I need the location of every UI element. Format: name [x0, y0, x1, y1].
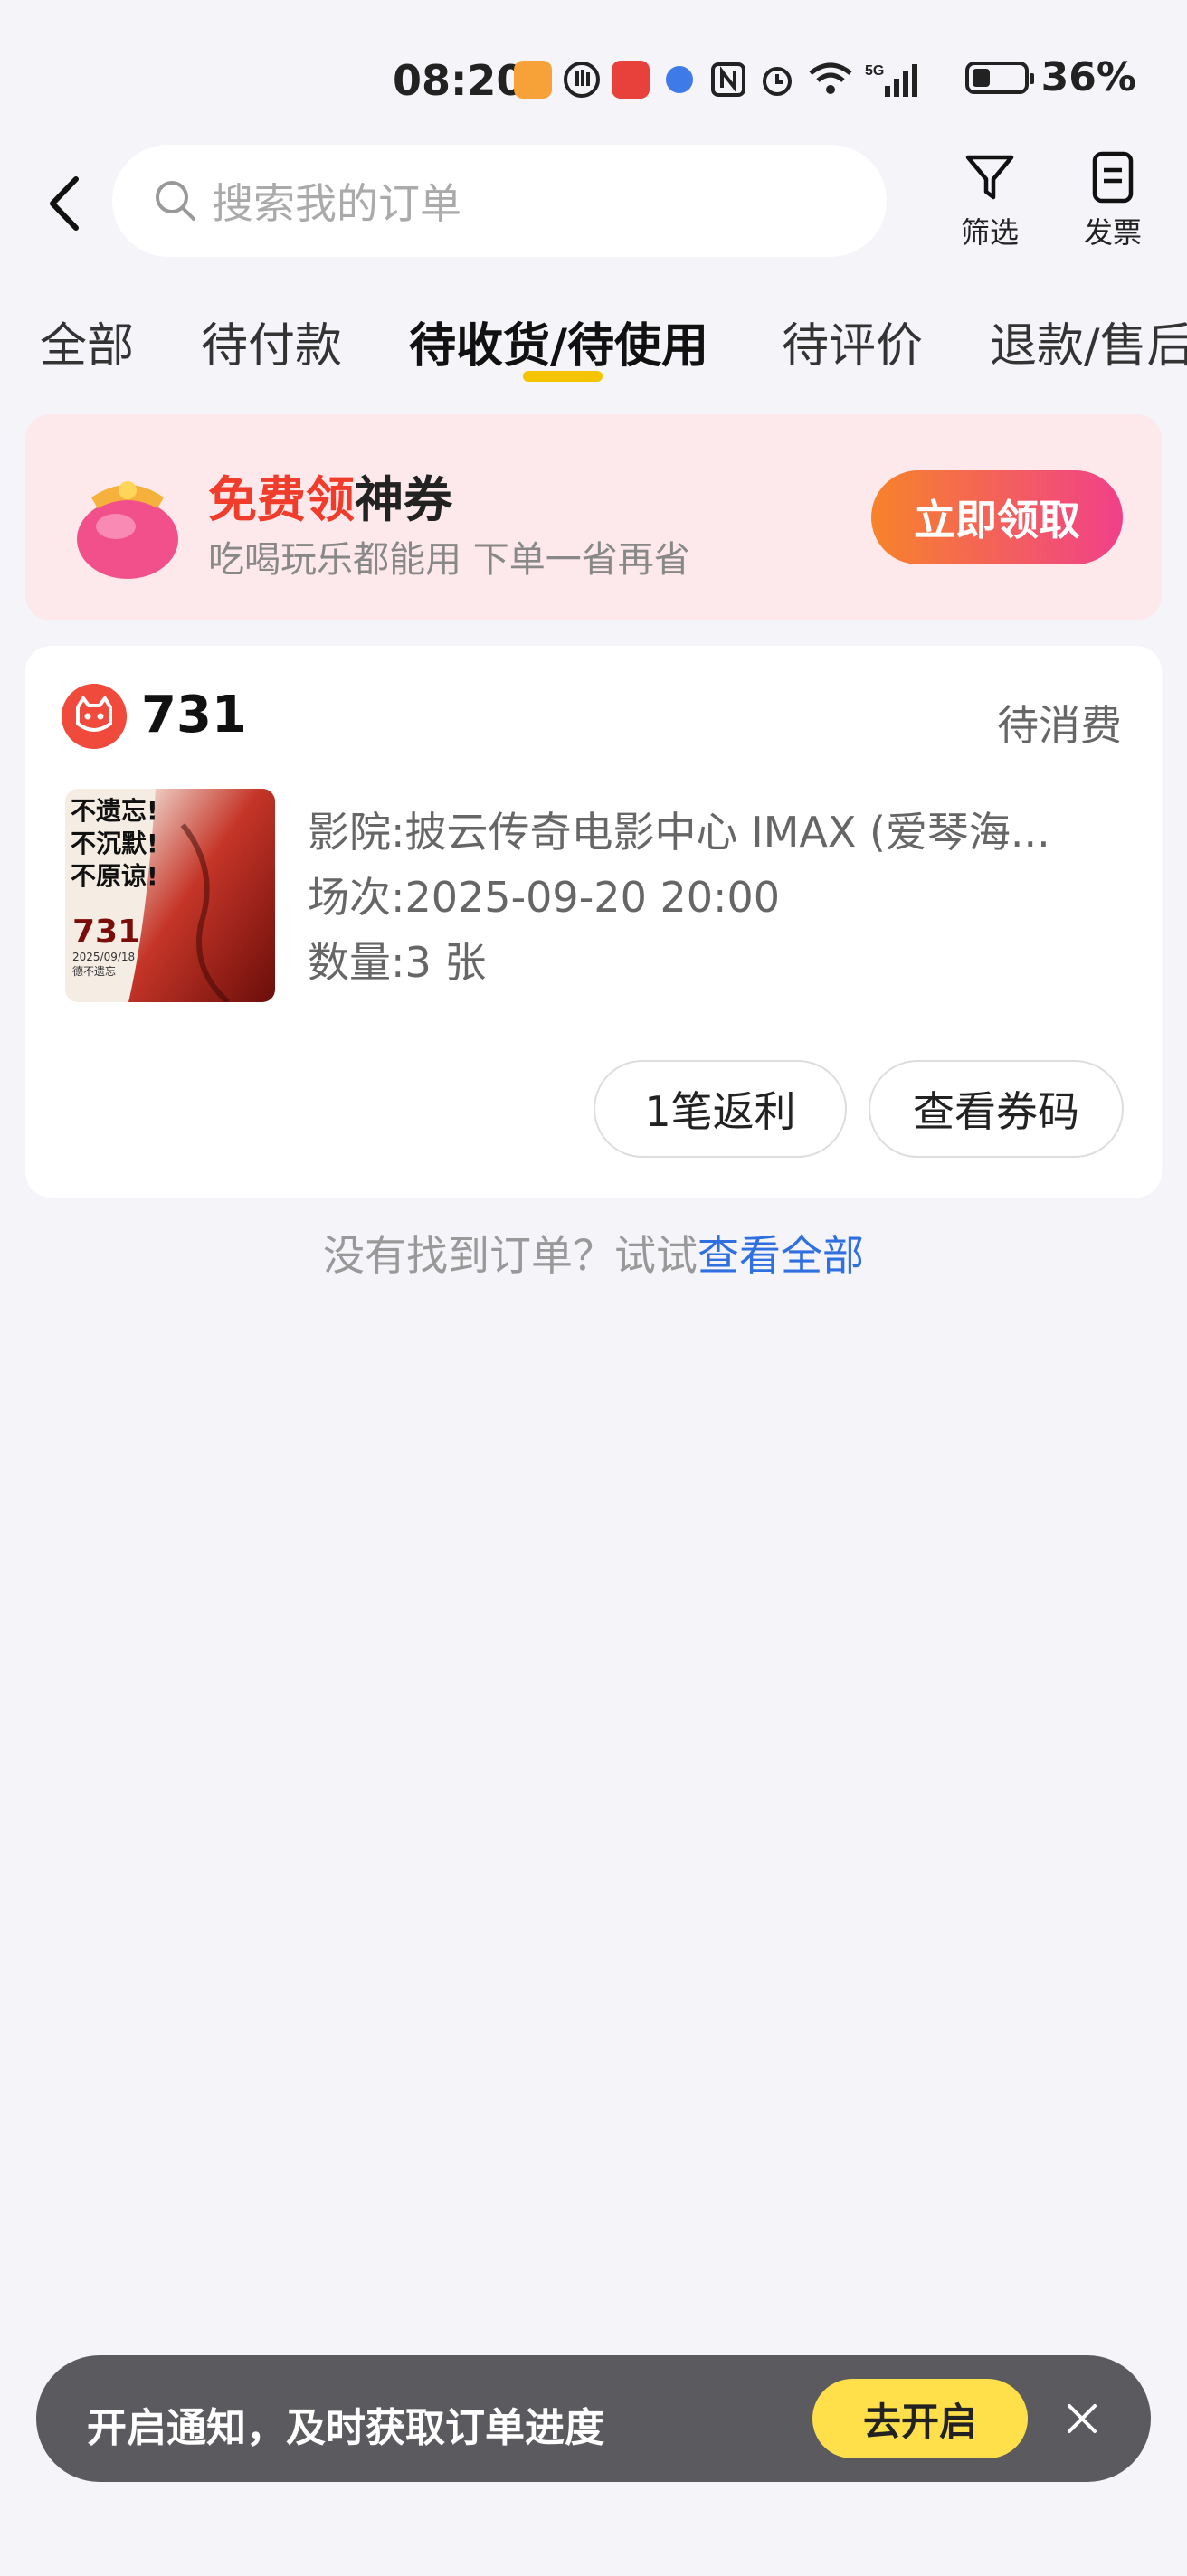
cat-eye-logo-icon: [62, 684, 127, 749]
status-app-icons: 5G: [514, 58, 917, 101]
battery-percent: 36%: [1040, 54, 1136, 100]
battery-status: 36%: [964, 54, 1136, 100]
cinema-value: 披云传奇电影中心 IMAX (爱琴海...: [404, 808, 1050, 857]
cinema-row: 影院:披云传奇电影中心 IMAX (爱琴海...: [308, 800, 1050, 859]
claim-coupon-button[interactable]: 立即领取: [871, 470, 1123, 564]
poster-line: 不沉默!: [71, 829, 158, 858]
signal-5g-icon: 5G: [865, 63, 917, 97]
invoice-label: 发票: [1083, 215, 1142, 250]
no-order-hint: 没有找到订单？试试查看全部: [0, 1223, 1187, 1283]
cinema-label: 影院:: [308, 808, 405, 857]
battery-icon: [964, 61, 1034, 94]
poster-note: 德不遗忘: [72, 964, 116, 978]
coupon-title-highlight: 免费领: [208, 471, 355, 528]
notification-text: 开启通知，及时获取订单进度: [87, 2405, 604, 2451]
tab-to-receive-use[interactable]: 待收货/待使用: [409, 308, 708, 375]
coupon-title: 免费领神券: [208, 459, 452, 531]
coupon-banner[interactable]: 免费领神券 吃喝玩乐都能用 下单一省再省 立即领取: [25, 414, 1162, 620]
session-row: 场次:2025-09-20 20:00: [308, 865, 780, 924]
lucky-bag-icon: [77, 481, 178, 579]
order-status: 待消费: [997, 701, 1122, 750]
filter-label: 筛选: [960, 215, 1019, 250]
notification-banner: 开启通知，及时获取订单进度 去开启: [36, 2355, 1151, 2482]
filter-icon: [965, 155, 1014, 200]
close-icon[interactable]: [1059, 2395, 1106, 2442]
tab-refund-after-sale[interactable]: 退款/售后: [990, 308, 1187, 375]
nfc-icon: [711, 62, 745, 97]
wifi-icon: [809, 62, 852, 94]
status-bar: 08:20 5G 36%: [0, 0, 1187, 136]
alarm-icon: [763, 67, 792, 96]
poster-title: 731: [72, 914, 140, 951]
tab-all[interactable]: 全部: [40, 308, 134, 375]
movie-poster-image: 不遗忘! 不沉默! 不原谅! 731 2025/09/18 德不遗忘: [65, 789, 275, 1002]
active-tab-indicator: [523, 371, 603, 382]
status-time: 08:20: [393, 56, 526, 105]
invoice-icon: [1092, 151, 1134, 204]
session-value: 2025-09-20 20:00: [404, 873, 781, 922]
search-placeholder: 搜索我的订单: [212, 179, 461, 228]
app-notification-icon: [612, 61, 650, 99]
poster-line: 不原谅!: [71, 861, 158, 891]
coupon-subtitle: 吃喝玩乐都能用 下单一省再省: [208, 539, 690, 581]
svg-text:5G: 5G: [865, 63, 884, 79]
order-tabs: 全部 待付款 待收货/待使用 待评价 退款/售后: [0, 298, 1187, 382]
filter-button[interactable]: 筛选: [945, 150, 1035, 251]
shop-name[interactable]: 731: [141, 686, 247, 744]
quantity-label: 数量:: [308, 938, 405, 987]
tab-to-review[interactable]: 待评价: [782, 308, 923, 375]
top-bar: 搜索我的订单 筛选 发票: [0, 136, 1187, 271]
enable-notification-button[interactable]: 去开启: [812, 2379, 1028, 2458]
search-input[interactable]: 搜索我的订单: [112, 145, 887, 257]
movie-poster[interactable]: 不遗忘! 不沉默! 不原谅! 731 2025/09/18 德不遗忘: [65, 789, 275, 1002]
rebate-button[interactable]: 1笔返利: [594, 1060, 847, 1158]
app-notification-icon: [514, 61, 552, 99]
quantity-row: 数量:3 张: [308, 930, 486, 990]
session-label: 场次:: [308, 873, 405, 922]
globe-icon: [666, 66, 693, 93]
poster-line: 不遗忘!: [71, 796, 158, 826]
quantity-value: 3 张: [404, 938, 487, 987]
search-icon: [156, 181, 195, 221]
hand-icon: [564, 62, 600, 98]
view-all-link[interactable]: 查看全部: [698, 1231, 864, 1280]
order-card[interactable]: 731 待消费 不遗忘! 不沉默! 不原谅! 731 2025/09/18 德不…: [25, 646, 1162, 1198]
back-arrow-icon[interactable]: [40, 172, 94, 235]
coupon-title-rest: 神券: [355, 471, 452, 528]
invoice-button[interactable]: 发票: [1068, 150, 1158, 251]
view-voucher-code-button[interactable]: 查看券码: [869, 1060, 1124, 1158]
poster-date: 2025/09/18: [72, 951, 135, 963]
tab-pending-payment[interactable]: 待付款: [201, 308, 342, 375]
hint-text: 没有找到订单？试试: [323, 1231, 698, 1280]
